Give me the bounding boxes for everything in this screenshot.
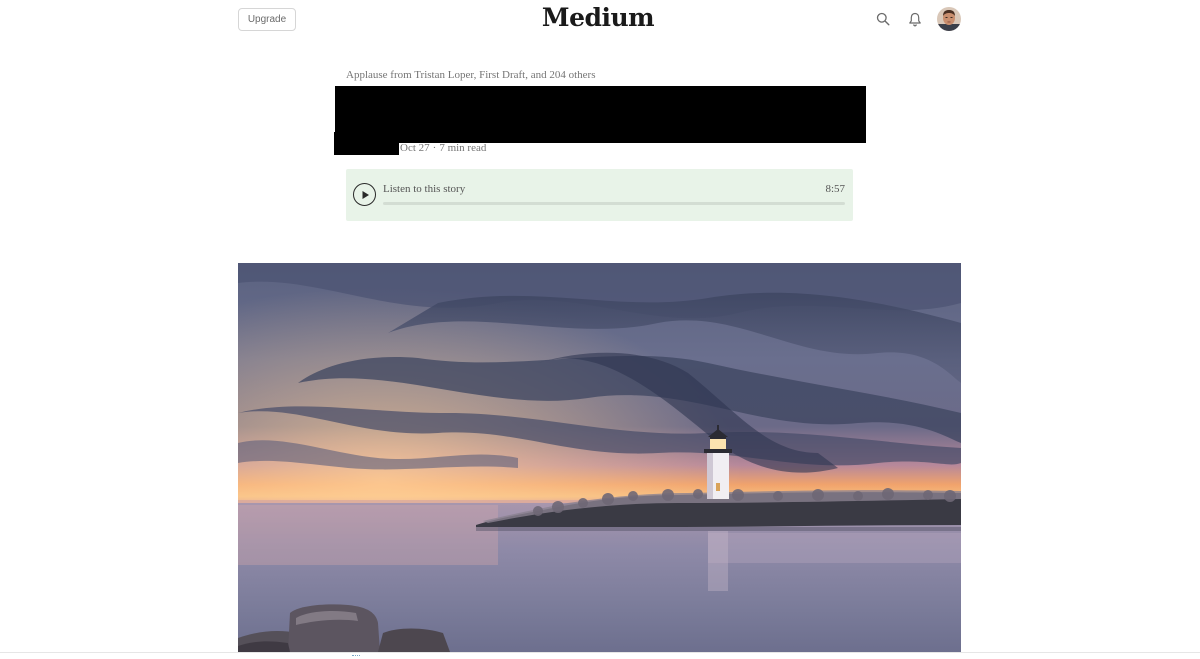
play-button[interactable] [353, 183, 376, 206]
search-icon[interactable] [874, 10, 892, 28]
post-meta: Oct 27 · 7 min read [400, 142, 486, 154]
hero-image-lighthouse [238, 263, 961, 652]
medium-logo[interactable]: Medium [0, 3, 1196, 32]
audio-progress-track[interactable] [383, 202, 845, 205]
listen-label: Listen to this story [383, 183, 466, 195]
bottom-divider [0, 652, 1200, 653]
bell-icon[interactable] [906, 10, 924, 28]
bottom-indicator [352, 655, 360, 657]
audio-player: Listen to this story 8:57 [346, 169, 853, 221]
play-icon [362, 190, 369, 199]
audio-duration: 8:57 [825, 183, 845, 195]
meta-separator: · [432, 142, 437, 154]
post-date[interactable]: Oct 27 [400, 142, 430, 154]
read-time: 7 min read [439, 142, 487, 154]
top-navigation-bar: Upgrade Medium [0, 0, 1200, 40]
redacted-author [334, 132, 399, 155]
redacted-title [335, 86, 866, 143]
applause-line[interactable]: Applause from Tristan Loper, First Draft… [346, 69, 595, 81]
avatar[interactable] [937, 7, 961, 31]
